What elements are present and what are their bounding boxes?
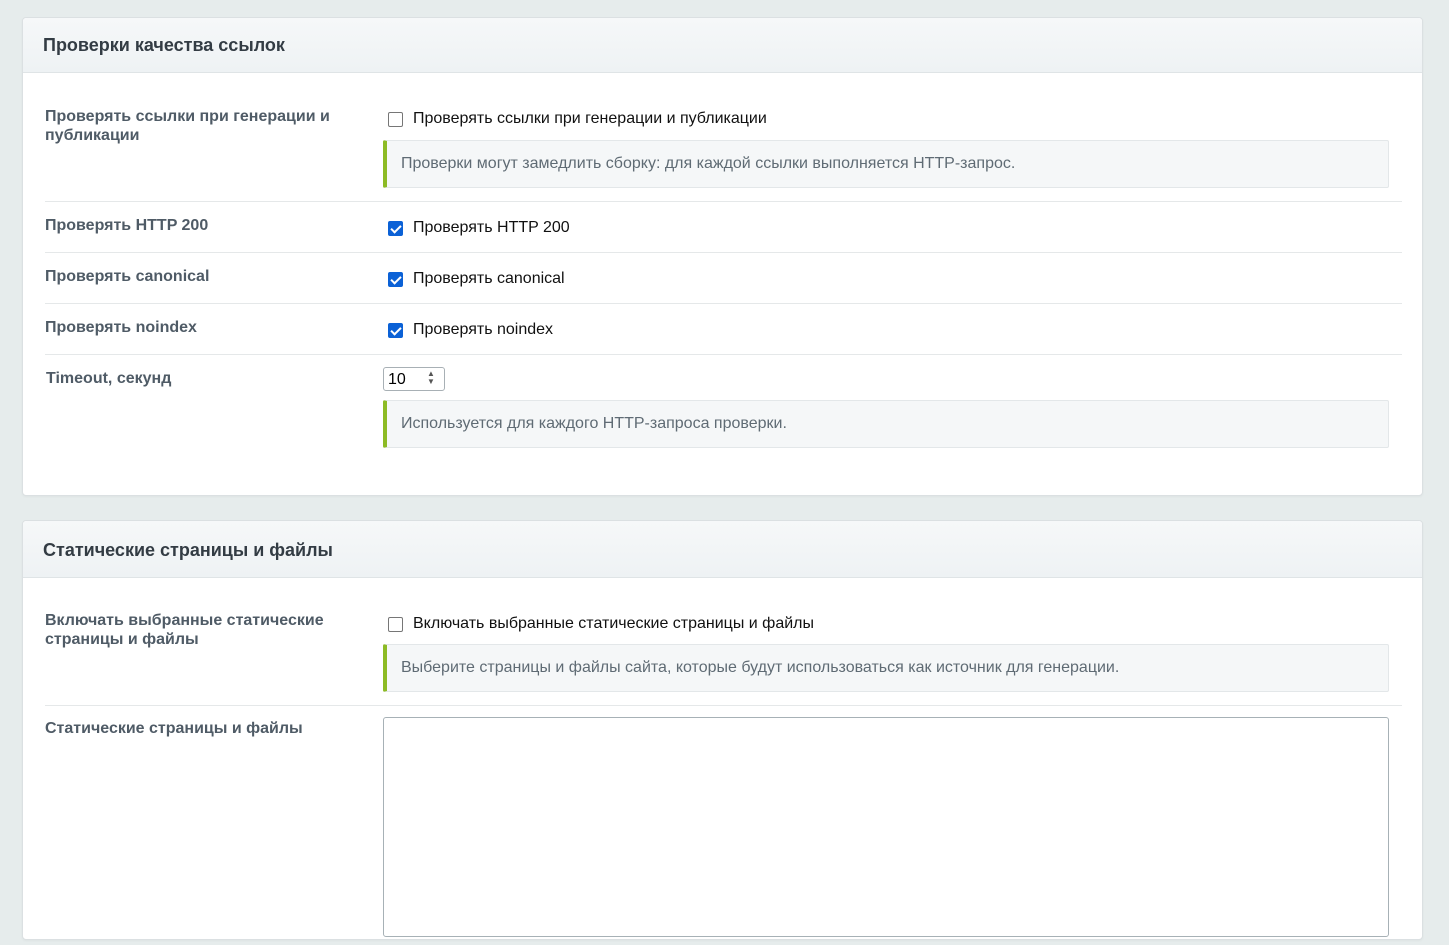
link-quality-panel: Проверки качества ссылок Проверять ссылк… <box>22 17 1423 496</box>
noindex-toggle[interactable]: Проверять noindex <box>388 321 553 339</box>
setting-row-noindex: Проверять noindex Проверять noindex <box>45 303 1402 355</box>
setting-row-static-files: Статические страницы и файлы <box>45 705 1402 945</box>
checkbox-label: Включать выбранные статические страницы … <box>413 615 815 632</box>
setting-row-include-static: Включать выбранные статические страницы … <box>45 595 1402 706</box>
check-links-toggle[interactable]: Проверять ссылки при генерации и публика… <box>388 110 767 128</box>
timeout-input[interactable]: 10 ▲ ▼ <box>383 367 445 391</box>
include-static-toggle[interactable]: Включать выбранные статические страницы … <box>388 615 814 633</box>
panel-header: Статические страницы и файлы <box>23 521 1422 578</box>
static-pages-panel: Статические страницы и файлы Включать вы… <box>22 520 1423 940</box>
setting-label: Проверять ссылки при генерации и публика… <box>45 108 330 144</box>
check-links-checkbox[interactable] <box>388 111 403 127</box>
spinner-arrows-icon[interactable]: ▲ ▼ <box>424 370 438 388</box>
checkbox-label: Проверять ссылки при генерации и публика… <box>413 110 767 127</box>
include-static-checkbox[interactable] <box>388 616 403 632</box>
setting-row-timeout: Timeout, секунд 10 ▲ ▼ Используется для к… <box>45 354 1402 464</box>
panel-title: Статические страницы и файлы <box>43 540 333 560</box>
setting-row-canonical: Проверять canonical Проверять canonical <box>45 252 1402 304</box>
checkbox-label: Проверять canonical <box>413 270 565 287</box>
noindex-checkbox[interactable] <box>388 322 403 338</box>
hint-note: Проверки могут замедлить сборку: для каж… <box>383 140 1389 188</box>
setting-label: Timeout, секунд <box>46 370 172 387</box>
setting-row-check-links: Проверять ссылки при генерации и публика… <box>45 91 1402 202</box>
setting-label: Статические страницы и файлы <box>45 720 303 737</box>
panel-title: Проверки качества ссылок <box>43 35 285 55</box>
http200-checkbox[interactable] <box>388 220 403 236</box>
canonical-checkbox[interactable] <box>388 271 403 287</box>
setting-label: Проверять HTTP 200 <box>45 217 209 234</box>
timeout-value: 10 <box>388 371 406 388</box>
setting-label: Проверять noindex <box>45 319 197 336</box>
setting-label: Включать выбранные статические страницы … <box>45 612 324 648</box>
hint-note: Используется для каждого HTTP-запроса пр… <box>383 400 1389 448</box>
panel-header: Проверки качества ссылок <box>23 18 1422 73</box>
setting-label: Проверять canonical <box>45 268 210 285</box>
canonical-toggle[interactable]: Проверять canonical <box>388 270 565 288</box>
checkbox-label: Проверять HTTP 200 <box>413 219 570 236</box>
setting-row-http200: Проверять HTTP 200 Проверять HTTP 200 <box>45 201 1402 253</box>
static-files-textarea[interactable] <box>383 717 1389 937</box>
http200-toggle[interactable]: Проверять HTTP 200 <box>388 219 570 237</box>
checkbox-label: Проверять noindex <box>413 321 554 338</box>
hint-note: Выберите страницы и файлы сайта, которые… <box>383 644 1389 692</box>
